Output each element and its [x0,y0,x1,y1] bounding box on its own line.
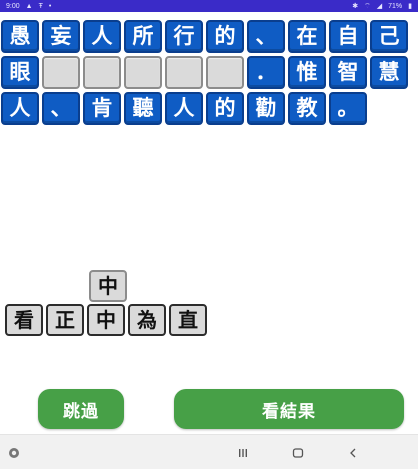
dot-icon: • [48,2,52,10]
battery-icon: ▮ [408,2,412,10]
puzzle-tile: 。 [329,92,367,125]
puzzle-tile: 勸 [247,92,285,125]
puzzle-row-1: 愚 妄 人 所 行 的 、 在 自 己 [1,20,408,53]
blank-slot[interactable] [165,56,203,89]
puzzle-tile: 愚 [1,20,39,53]
candidate-tile[interactable]: 看 [5,304,43,336]
signal-icon: ◢ [376,2,383,10]
puzzle-tile: 眼 [1,56,39,89]
puzzle-tile: 的 [206,20,244,53]
puzzle-tile: 、 [42,92,80,125]
candidate-tile[interactable]: 中 [87,304,125,336]
puzzle-tile: 聽 [124,92,162,125]
puzzle-tile: 所 [124,20,162,53]
puzzle-tile: 人 [165,92,203,125]
puzzle-tile: 在 [288,20,326,53]
candidate-tile[interactable]: 正 [46,304,84,336]
android-nav-bar [0,434,418,469]
view-result-button[interactable]: 看結果 [174,389,404,429]
recent-apps-icon[interactable] [228,435,258,469]
bluetooth-icon: ✱ [352,2,359,10]
puzzle-tile: 惟 [288,56,326,89]
puzzle-tile: 肯 [83,92,121,125]
puzzle-tile: 的 [206,92,244,125]
wifi-icon: ⌔ [364,2,371,10]
puzzle-tile: 妄 [42,20,80,53]
selected-char-tile[interactable]: 中 [89,270,127,302]
puzzle-tile: 、 [247,20,285,53]
puzzle-tile: 慧 [370,56,408,89]
status-bar: 9:00 ▲ Ŧ • ✱ ⌔ ◢ 71% ▮ [0,0,418,12]
app-icon: Ŧ [38,2,43,10]
skip-button[interactable]: 跳過 [38,389,124,429]
puzzle-tile: 自 [329,20,367,53]
candidate-bar: 看 正 中 為 直 [5,304,207,336]
home-icon[interactable] [283,435,313,469]
puzzle-row-2: 眼 ． 惟 智 慧 [1,56,408,89]
puzzle-tile: 人 [83,20,121,53]
puzzle-row-3: 人 、 肯 聽 人 的 勸 教 。 [1,92,367,125]
puzzle-tile: 教 [288,92,326,125]
notification-icon: ▲ [25,2,33,10]
puzzle-tile: 智 [329,56,367,89]
blank-slot[interactable] [83,56,121,89]
candidate-tile[interactable]: 為 [128,304,166,336]
battery-level: 71% [388,2,403,10]
blank-slot[interactable] [206,56,244,89]
back-icon[interactable] [338,435,368,469]
puzzle-tile: 人 [1,92,39,125]
status-time: 9:00 [6,2,20,10]
puzzle-tile: ． [247,56,285,89]
accessibility-icon[interactable] [2,435,26,469]
candidate-tile[interactable]: 直 [169,304,207,336]
blank-slot[interactable] [124,56,162,89]
puzzle-tile: 己 [370,20,408,53]
puzzle-tile: 行 [165,20,203,53]
blank-slot[interactable] [42,56,80,89]
